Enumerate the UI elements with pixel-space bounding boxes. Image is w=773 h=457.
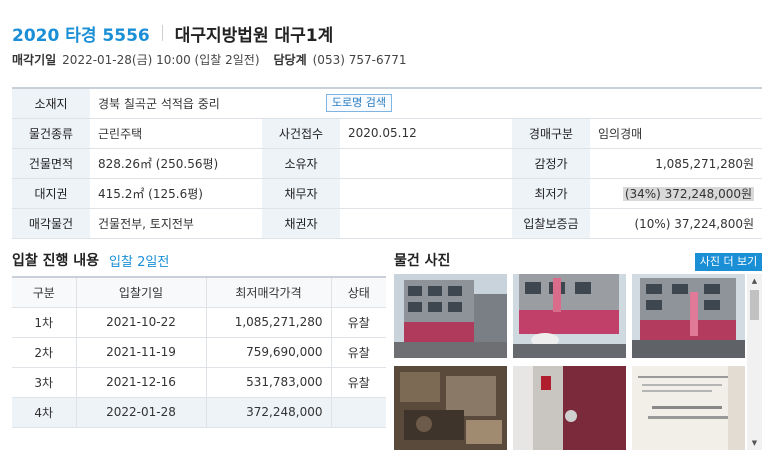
bid-header-price: 최저매각가격: [205, 276, 331, 308]
bid-round: 2차: [12, 337, 76, 368]
scroll-up-icon[interactable]: ▲: [747, 274, 762, 288]
bid-days-left: 입찰 2일전: [109, 254, 170, 270]
bid-round: 3차: [12, 367, 76, 398]
road-name-search-button[interactable]: 도로명 검색: [325, 94, 392, 113]
bid-date: 2021-11-19: [75, 337, 206, 368]
type-label: 물건종류: [12, 117, 90, 149]
bid-header-row: 구분 입찰기일 최저매각가격 상태: [12, 276, 386, 308]
bid-date: 2021-10-22: [75, 307, 206, 338]
received-label: 사건접수: [262, 117, 340, 149]
appraisal-label: 감정가: [512, 147, 590, 179]
bid-header-status: 상태: [330, 276, 386, 308]
bid-date: 2021-12-16: [75, 367, 206, 398]
owner-label: 소유자: [262, 147, 340, 179]
property-photo[interactable]: [632, 274, 745, 358]
bid-date: 2022-01-28: [75, 397, 206, 428]
received-value: 2020.05.12: [340, 117, 512, 149]
table-row: 1차 2021-10-22 1,085,271,280 유찰: [12, 307, 386, 338]
title-divider: [161, 25, 163, 41]
dept-phone: (053) 757-6771: [312, 52, 407, 67]
sale-item-value: 건물전부, 토지전부: [90, 207, 262, 239]
kind-label: 경매구분: [512, 117, 590, 149]
min-price-label: 최저가: [512, 177, 590, 209]
photo-gallery: [394, 274, 762, 450]
info-row-land: 대지권 415.2㎡ (125.6평) 채무자 최저가 (34%) 372,24…: [12, 177, 763, 209]
bid-status: 유찰: [330, 367, 386, 398]
property-photo[interactable]: [513, 366, 626, 450]
scroll-thumb[interactable]: [750, 290, 759, 320]
land-label: 대지권: [12, 177, 90, 209]
photo-scrollbar[interactable]: ▲ ▼: [747, 274, 762, 450]
more-photos-button[interactable]: 사진 더 보기: [695, 253, 762, 271]
debtor-label: 채무자: [262, 177, 340, 209]
type-value: 근린주택: [90, 117, 262, 149]
address-value: 경북 칠곡군 석적읍 중리: [98, 96, 220, 111]
property-photo[interactable]: [394, 274, 507, 358]
case-number: 2020 타경 5556: [12, 25, 150, 46]
table-row: 2차 2021-11-19 759,690,000 유찰: [12, 337, 386, 368]
sale-date-label: 매각기일: [12, 53, 57, 67]
building-area-value: 828.26㎡ (250.56평): [90, 147, 262, 179]
property-photo[interactable]: [394, 366, 507, 450]
bid-price: 531,783,000: [205, 367, 331, 398]
bid-price: 759,690,000: [205, 337, 331, 368]
property-photo[interactable]: [632, 366, 745, 450]
creditor-value: [340, 207, 512, 239]
deposit-label: 입찰보증금: [512, 207, 590, 239]
scroll-down-icon[interactable]: ▼: [747, 436, 762, 450]
court-name: 대구지방법원 대구1계: [174, 25, 334, 46]
info-row-building: 건물면적 828.26㎡ (250.56평) 소유자 감정가 1,085,271…: [12, 147, 763, 179]
land-value: 415.2㎡ (125.6평): [90, 177, 262, 209]
photos-title: 물건 사진: [394, 250, 450, 270]
table-row: 4차 2022-01-28 372,248,000: [12, 397, 386, 428]
address-label: 소재지: [12, 87, 90, 119]
bid-price: 1,085,271,280: [205, 307, 331, 338]
creditor-label: 채권자: [262, 207, 340, 239]
photos-heading: 물건 사진: [394, 253, 451, 269]
bid-round: 4차: [12, 397, 76, 428]
property-photo[interactable]: [513, 274, 626, 358]
sale-item-label: 매각물건: [12, 207, 90, 239]
bid-status: [330, 397, 386, 428]
info-row-type: 물건종류 근린주택 사건접수 2020.05.12 경매구분 임의경매: [12, 117, 763, 149]
sale-date-line: 매각기일 2022-01-28(금) 10:00 (입찰 2일전) 담당계 (0…: [12, 51, 406, 68]
sale-date-value: 2022-01-28(금) 10:00 (입찰 2일전): [62, 53, 260, 67]
owner-value: [340, 147, 512, 179]
bid-header-round: 구분: [12, 276, 76, 308]
bid-header-date: 입찰기일: [75, 276, 206, 308]
info-row-address: 소재지 경북 칠곡군 석적읍 중리 도로명 검색: [12, 87, 763, 119]
bid-price: 372,248,000: [205, 397, 331, 428]
bid-history-table: 구분 입찰기일 최저매각가격 상태 1차 2021-10-22 1,085,27…: [12, 276, 386, 428]
page-header: 2020 타경 5556 대구지방법원 대구1계: [12, 20, 333, 46]
kind-value: 임의경매: [590, 117, 763, 149]
bid-history-title: 입찰 진행 내용 입찰 2일전: [12, 250, 169, 270]
bid-round: 1차: [12, 307, 76, 338]
bid-status: 유찰: [330, 337, 386, 368]
deposit-value: (10%) 37,224,800원: [590, 207, 763, 239]
appraisal-value: 1,085,271,280원: [590, 147, 763, 179]
dept-label: 담당계: [273, 53, 307, 67]
info-row-sale-item: 매각물건 건물전부, 토지전부 채권자 입찰보증금 (10%) 37,224,8…: [12, 207, 763, 239]
property-info-table: 소재지 경북 칠곡군 석적읍 중리 도로명 검색 물건종류 근린주택 사건접수 …: [12, 87, 763, 239]
debtor-value: [340, 177, 512, 209]
table-row: 3차 2021-12-16 531,783,000 유찰: [12, 367, 386, 398]
building-area-label: 건물면적: [12, 147, 90, 179]
bid-history-heading: 입찰 진행 내용: [12, 253, 100, 269]
min-price-value: (34%) 372,248,000원: [622, 186, 755, 201]
bid-status: 유찰: [330, 307, 386, 338]
